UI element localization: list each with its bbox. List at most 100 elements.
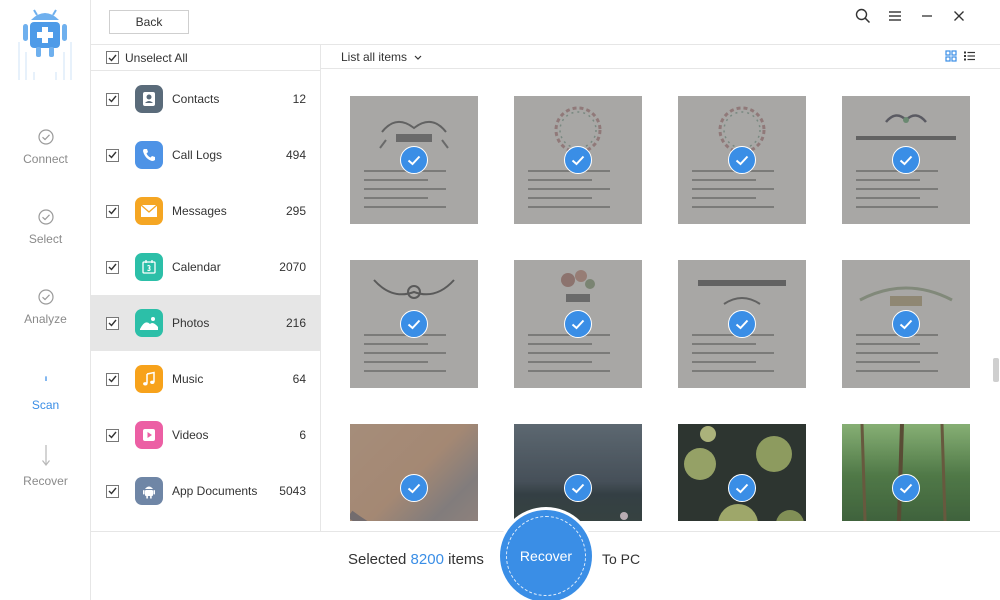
selection-summary: Selected 8200 items (348, 551, 484, 568)
photo-thumbnail[interactable] (842, 96, 970, 224)
category-label: Photos (172, 316, 210, 330)
photo-thumbnail[interactable] (842, 424, 970, 521)
window-controls (852, 6, 970, 26)
category-count: 64 (292, 372, 306, 386)
category-label: Music (172, 372, 204, 386)
category-label: Videos (172, 428, 209, 442)
photo-thumbnail[interactable] (350, 424, 478, 521)
android-icon (135, 477, 163, 505)
checkbox-checked-icon[interactable] (106, 204, 119, 218)
envelope-icon (135, 197, 163, 225)
minimize-icon[interactable] (916, 6, 938, 26)
step-scan: Scan (0, 374, 91, 412)
checkbox-checked-icon[interactable] (106, 316, 119, 330)
selected-check-icon (400, 146, 428, 174)
checkbox-checked-icon[interactable] (106, 260, 119, 274)
category-count: 5043 (279, 484, 306, 498)
category-label: Calendar (172, 260, 221, 274)
step-recover: Recover (0, 444, 91, 488)
category-item-music[interactable]: Music 64 (91, 351, 320, 407)
selected-check-icon (892, 474, 920, 502)
recover-button[interactable]: Recover (500, 510, 592, 600)
category-item-messages[interactable]: Messages 295 (91, 183, 320, 239)
step-select: Select (0, 208, 91, 246)
selected-check-icon (892, 146, 920, 174)
category-item-videos[interactable]: Videos 6 (91, 407, 320, 463)
category-count: 295 (285, 204, 306, 218)
category-item-contacts[interactable]: Contacts 12 (91, 71, 320, 127)
progress-tick-icon (44, 376, 47, 381)
selected-check-icon (400, 474, 428, 502)
contacts-icon (135, 85, 163, 113)
unselect-all-label: Unselect All (125, 50, 188, 65)
menu-icon[interactable] (884, 6, 906, 26)
category-item-app-documents[interactable]: App Documents 5043 (91, 463, 320, 519)
category-panel: Unselect All Contacts 12 Call Logs 494 M… (91, 45, 321, 531)
close-icon[interactable] (948, 6, 970, 26)
checkbox-checked-icon[interactable] (106, 372, 119, 386)
selected-check-icon (728, 474, 756, 502)
list-filter-label: List all items (341, 50, 408, 64)
step-label: Select (28, 232, 63, 246)
step-label: Connect (23, 152, 68, 166)
photo-thumbnail[interactable] (514, 260, 642, 388)
calendar-icon (135, 253, 163, 281)
arrow-down-icon (41, 445, 50, 466)
category-item-photos[interactable]: Photos 216 (91, 295, 320, 351)
list-view-icon[interactable] (963, 50, 976, 62)
selected-check-icon (400, 310, 428, 338)
checkbox-checked-icon[interactable] (106, 484, 119, 498)
step-analyze: Analyze (0, 288, 91, 326)
check-circle-icon (37, 289, 54, 305)
step-label: Recover (23, 474, 68, 488)
photo-thumbnail[interactable] (514, 424, 642, 521)
checkbox-checked-icon[interactable] (106, 51, 119, 64)
category-count: 494 (285, 148, 306, 162)
category-item-calendar[interactable]: Calendar 2070 (91, 239, 320, 295)
unselect-all-toggle[interactable]: Unselect All (91, 45, 320, 71)
category-label: Call Logs (172, 148, 223, 162)
photo-thumbnail[interactable] (678, 260, 806, 388)
selected-check-icon (564, 146, 592, 174)
selected-check-icon (564, 310, 592, 338)
category-count: 216 (285, 316, 306, 330)
grid-view-icon[interactable] (945, 50, 957, 62)
list-filter-dropdown[interactable]: List all items (341, 50, 422, 64)
play-icon (135, 421, 163, 449)
photo-thumbnail[interactable] (678, 96, 806, 224)
category-count: 2070 (279, 260, 306, 274)
category-count: 6 (299, 428, 306, 442)
music-note-icon (135, 365, 163, 393)
photo-thumbnail[interactable] (350, 96, 478, 224)
step-connect: Connect (0, 128, 91, 166)
photo-thumbnail[interactable] (842, 260, 970, 388)
selected-count: 8200 (410, 551, 444, 568)
check-circle-icon (37, 129, 54, 145)
photo-thumbnail[interactable] (514, 96, 642, 224)
app-logo-icon (18, 9, 72, 80)
image-icon (135, 309, 163, 337)
list-toolbar: List all items (321, 45, 1000, 69)
bottom-bar: Selected 8200 items Recover To PC (91, 510, 1000, 600)
back-button[interactable]: Back (109, 10, 189, 34)
checkbox-checked-icon[interactable] (106, 92, 119, 106)
category-label: Contacts (172, 92, 220, 106)
selected-prefix: Selected (348, 551, 407, 568)
step-label: Analyze (24, 312, 67, 326)
photo-thumbnail[interactable] (350, 260, 478, 388)
search-icon[interactable] (852, 6, 874, 26)
scrollbar-thumb[interactable] (993, 358, 999, 382)
category-count: 12 (292, 92, 306, 106)
photo-thumbnail[interactable] (678, 424, 806, 521)
selected-check-icon (728, 146, 756, 174)
category-item-call-logs[interactable]: Call Logs 494 (91, 127, 320, 183)
checkbox-checked-icon[interactable] (106, 148, 119, 162)
step-sidebar: Connect Select Analyze Scan Recover (0, 0, 91, 600)
selected-check-icon (564, 474, 592, 502)
step-label: Scan (31, 398, 60, 412)
photo-grid (350, 96, 975, 521)
selected-check-icon (892, 310, 920, 338)
selected-check-icon (728, 310, 756, 338)
checkbox-checked-icon[interactable] (106, 428, 119, 442)
destination-dropdown[interactable]: To PC (602, 551, 640, 567)
